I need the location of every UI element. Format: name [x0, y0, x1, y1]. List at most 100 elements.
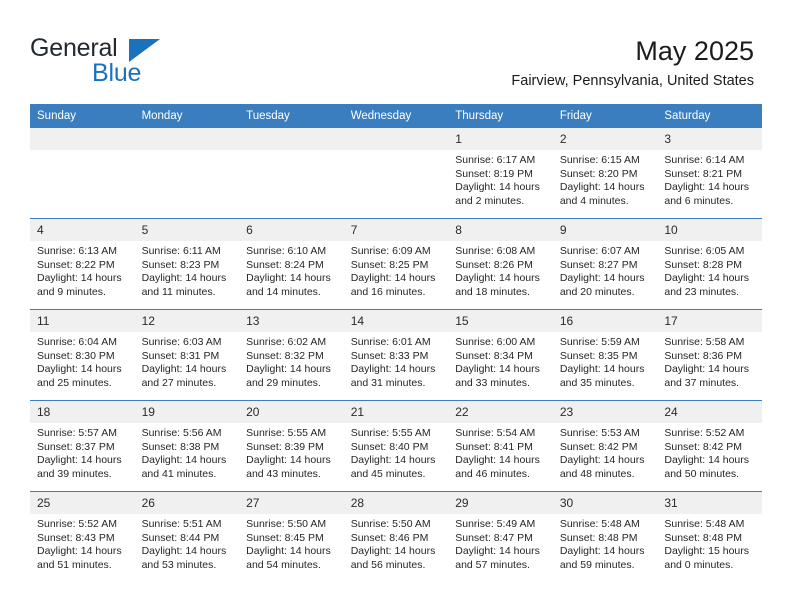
daylight-text-line1: Daylight: 14 hours	[246, 272, 331, 285]
daylight-text-line1: Daylight: 14 hours	[141, 454, 227, 467]
day-cell[interactable]: 24 Sunrise: 5:52 AM Sunset: 8:42 PM Dayligh…	[657, 400, 762, 492]
day-cell[interactable]: 6 Sunrise: 6:10 AM Sunset: 8:24 PM Daylight…	[239, 218, 344, 310]
weekday-header-wednesday: Wednesday	[343, 104, 449, 128]
day-cell[interactable]: 3 Sunrise: 6:14 AM Sunset: 8:21 PM Daylight…	[657, 128, 762, 219]
sunrise-text: Sunrise: 6:07 AM	[559, 245, 640, 257]
day-cell[interactable]: 13 Sunrise: 6:02 AM Sunset: 8:32 PM Dayligh…	[239, 309, 344, 401]
page-subtitle-location: Fairview, Pennsylvania, United States	[511, 73, 754, 89]
day-details: Sunrise: 5:50 AM Sunset: 8:46 PM Daylight:…	[344, 514, 449, 572]
daylight-text-line2: and 4 minutes.	[559, 194, 629, 207]
day-details: Sunrise: 5:52 AM Sunset: 8:42 PM Daylight:…	[657, 423, 762, 481]
sunset-text: Sunset: 8:33 PM	[350, 349, 429, 362]
daylight-text-line2: and 35 minutes.	[559, 376, 635, 389]
sunset-text: Sunset: 8:35 PM	[559, 349, 638, 362]
day-number: 6	[239, 219, 344, 241]
sunset-text: Sunset: 8:41 PM	[455, 440, 533, 453]
sunrise-text: Sunrise: 5:50 AM	[246, 518, 327, 530]
day-cell[interactable]: 18 Sunrise: 5:57 AM Sunset: 8:37 PM Dayligh…	[30, 400, 135, 492]
daylight-text-line1: Daylight: 14 hours	[559, 181, 645, 194]
day-cell[interactable]: 12 Sunrise: 6:03 AM Sunset: 8:31 PM Dayligh…	[134, 309, 240, 401]
daylight-text-line2: and 48 minutes.	[559, 467, 635, 480]
sunset-text: Sunset: 8:45 PM	[246, 531, 324, 544]
day-details: Sunrise: 5:49 AM Sunset: 8:47 PM Daylight:…	[448, 514, 553, 572]
day-details: Sunrise: 5:58 AM Sunset: 8:36 PM Daylight:…	[657, 332, 762, 390]
daylight-text-line2: and 56 minutes.	[350, 558, 426, 571]
day-cell[interactable]: 30 Sunrise: 5:48 AM Sunset: 8:48 PM Dayligh…	[552, 491, 658, 582]
calendar-week-row: 1 Sunrise: 6:17 AM Sunset: 8:19 PM Daylight…	[30, 128, 762, 219]
day-cell[interactable]: 11 Sunrise: 6:04 AM Sunset: 8:30 PM Dayligh…	[30, 309, 135, 401]
calendar-week-row: 4 Sunrise: 6:13 AM Sunset: 8:22 PM Daylight…	[30, 218, 762, 310]
sunrise-text: Sunrise: 5:56 AM	[141, 427, 222, 439]
day-cell[interactable]: 14 Sunrise: 6:01 AM Sunset: 8:33 PM Dayligh…	[343, 309, 449, 401]
day-cell[interactable]: 23 Sunrise: 5:53 AM Sunset: 8:42 PM Dayligh…	[552, 400, 658, 492]
day-cell[interactable]: 17 Sunrise: 5:58 AM Sunset: 8:36 PM Dayligh…	[657, 309, 762, 401]
daylight-text-line2: and 11 minutes.	[141, 285, 216, 298]
day-cell[interactable]: 4 Sunrise: 6:13 AM Sunset: 8:22 PM Daylight…	[30, 218, 135, 310]
day-cell[interactable]: 26 Sunrise: 5:51 AM Sunset: 8:44 PM Dayligh…	[134, 491, 240, 582]
day-cell[interactable]: 10 Sunrise: 6:05 AM Sunset: 8:28 PM Dayligh…	[657, 218, 762, 310]
day-cell[interactable]: 7 Sunrise: 6:09 AM Sunset: 8:25 PM Daylight…	[343, 218, 449, 310]
calendar-week-row: 18 Sunrise: 5:57 AM Sunset: 8:37 PM Dayligh…	[30, 400, 762, 492]
day-details: Sunrise: 6:04 AM Sunset: 8:30 PM Daylight:…	[30, 332, 135, 390]
calendar-week-row: 11 Sunrise: 6:04 AM Sunset: 8:30 PM Dayligh…	[30, 309, 762, 401]
sunrise-text: Sunrise: 6:03 AM	[141, 336, 222, 348]
sunset-text: Sunset: 8:38 PM	[141, 440, 220, 453]
day-number: 18	[30, 401, 135, 423]
daylight-text-line1: Daylight: 14 hours	[664, 363, 750, 376]
sunset-text: Sunset: 8:25 PM	[350, 258, 429, 271]
sunrise-text: Sunrise: 5:48 AM	[664, 518, 745, 530]
day-details: Sunrise: 6:09 AM Sunset: 8:25 PM Daylight:…	[344, 241, 449, 299]
daylight-text-line2: and 41 minutes.	[141, 467, 217, 480]
day-cell[interactable]: 20 Sunrise: 5:55 AM Sunset: 8:39 PM Dayligh…	[239, 400, 344, 492]
day-cell[interactable]: 22 Sunrise: 5:54 AM Sunset: 8:41 PM Dayligh…	[448, 400, 553, 492]
day-cell[interactable]: 2 Sunrise: 6:15 AM Sunset: 8:20 PM Daylight…	[552, 128, 658, 219]
daylight-text-line1: Daylight: 14 hours	[455, 272, 540, 285]
day-cell[interactable]: 31 Sunrise: 5:48 AM Sunset: 8:48 PM Dayligh…	[657, 491, 762, 582]
day-number: 24	[657, 401, 762, 423]
daylight-text-line2: and 20 minutes.	[559, 285, 635, 298]
day-details: Sunrise: 5:51 AM Sunset: 8:44 PM Daylight:…	[135, 514, 240, 572]
day-cell[interactable]: 25 Sunrise: 5:52 AM Sunset: 8:43 PM Dayligh…	[30, 491, 135, 582]
daylight-text-line1: Daylight: 14 hours	[141, 272, 227, 285]
daylight-text-line1: Daylight: 14 hours	[664, 454, 750, 467]
day-cell[interactable]: 19 Sunrise: 5:56 AM Sunset: 8:38 PM Dayligh…	[134, 400, 240, 492]
sunrise-text: Sunrise: 6:05 AM	[664, 245, 745, 257]
sunrise-text: Sunrise: 5:59 AM	[559, 336, 640, 348]
page-header: General Blue May 2025 Fairview, Pennsylv…	[0, 0, 792, 100]
sunset-text: Sunset: 8:46 PM	[350, 531, 429, 544]
sunset-text: Sunset: 8:48 PM	[664, 531, 743, 544]
sunrise-text: Sunrise: 5:58 AM	[664, 336, 745, 348]
day-cell[interactable]: 29 Sunrise: 5:49 AM Sunset: 8:47 PM Dayligh…	[448, 491, 553, 582]
daylight-text-line1: Daylight: 14 hours	[559, 545, 645, 558]
sunrise-text: Sunrise: 5:53 AM	[559, 427, 640, 439]
daylight-text-line2: and 33 minutes.	[455, 376, 530, 389]
day-number: 29	[448, 492, 553, 514]
daylight-text-line1: Daylight: 14 hours	[350, 272, 436, 285]
sunset-text: Sunset: 8:32 PM	[246, 349, 324, 362]
day-details: Sunrise: 5:48 AM Sunset: 8:48 PM Daylight:…	[553, 514, 658, 572]
day-number: 2	[552, 128, 658, 150]
weekday-header-thursday: Thursday	[448, 104, 553, 128]
daylight-text-line1: Daylight: 14 hours	[455, 454, 540, 467]
logo-text-blue: Blue	[92, 59, 142, 87]
general-blue-logo[interactable]: General Blue	[30, 36, 270, 92]
day-number: 5	[134, 219, 240, 241]
day-cell[interactable]: 1 Sunrise: 6:17 AM Sunset: 8:19 PM Daylight…	[448, 128, 553, 219]
daylight-text-line2: and 23 minutes.	[664, 285, 740, 298]
day-cell[interactable]: 15 Sunrise: 6:00 AM Sunset: 8:34 PM Dayligh…	[448, 309, 553, 401]
day-cell[interactable]: 9 Sunrise: 6:07 AM Sunset: 8:27 PM Daylight…	[552, 218, 658, 310]
day-number: 9	[552, 219, 658, 241]
day-details: Sunrise: 5:55 AM Sunset: 8:40 PM Daylight:…	[344, 423, 449, 481]
day-cell[interactable]: 8 Sunrise: 6:08 AM Sunset: 8:26 PM Daylight…	[448, 218, 553, 310]
day-cell[interactable]: 16 Sunrise: 5:59 AM Sunset: 8:35 PM Dayligh…	[552, 309, 658, 401]
day-number: 3	[657, 128, 762, 150]
sunrise-text: Sunrise: 5:52 AM	[37, 518, 117, 530]
day-cell[interactable]: 27 Sunrise: 5:50 AM Sunset: 8:45 PM Dayligh…	[239, 491, 344, 582]
day-number: 8	[448, 219, 553, 241]
day-cell[interactable]: 21 Sunrise: 5:55 AM Sunset: 8:40 PM Dayligh…	[343, 400, 449, 492]
weekday-header-monday: Monday	[134, 104, 240, 128]
day-cell[interactable]: 5 Sunrise: 6:11 AM Sunset: 8:23 PM Daylight…	[134, 218, 240, 310]
sunset-text: Sunset: 8:27 PM	[559, 258, 638, 271]
day-cell[interactable]: 28 Sunrise: 5:50 AM Sunset: 8:46 PM Dayligh…	[343, 491, 449, 582]
sunset-text: Sunset: 8:26 PM	[455, 258, 533, 271]
